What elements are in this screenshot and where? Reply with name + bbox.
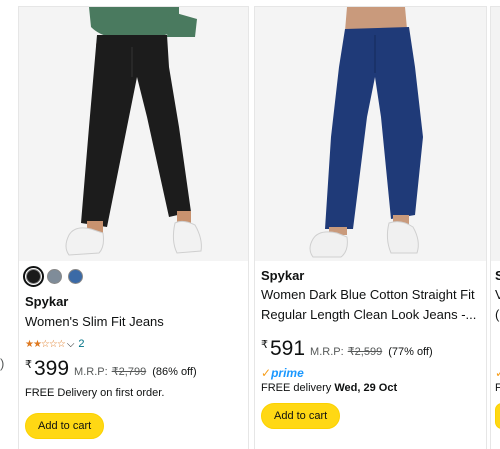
prime-label: prime (271, 366, 304, 380)
color-swatch[interactable] (47, 269, 62, 284)
add-to-cart-button[interactable] (495, 403, 500, 429)
brand-name: Spykar (25, 294, 69, 309)
chevron-down-icon[interactable]: ⌵ (67, 339, 75, 350)
discount: (86% off) (152, 366, 197, 378)
add-to-cart-button[interactable]: Add to cart (261, 403, 341, 429)
edge-fragment: ) (0, 356, 5, 371)
star-icon: ★★☆☆☆ (25, 338, 66, 350)
color-swatches (23, 266, 83, 287)
product-card[interactable]: S V ( ✓ F (490, 6, 500, 449)
add-to-cart-button[interactable]: Add to cart (25, 413, 105, 439)
delivery-info: FREE delivery Wed, 29 Oct (261, 382, 482, 394)
price-row: ₹ 399 M.R.P: ₹2,799 (86% off) (25, 357, 244, 381)
product-card[interactable]: Spykar Women's Slim Fit Jeans ★★☆☆☆ ⌵ 2 … (18, 6, 249, 449)
product-title[interactable]: Women's Slim Fit Jeans (25, 312, 244, 332)
brand-name: S (495, 268, 500, 284)
price: 591 (270, 337, 306, 360)
mrp-label: M.R.P: (74, 366, 108, 378)
rating[interactable]: ★★☆☆☆ ⌵ 2 (25, 338, 244, 350)
product-title-line-1[interactable]: Women Dark Blue Cotton Straight Fit (261, 285, 482, 305)
currency-symbol: ₹ (261, 339, 268, 351)
mrp-value: ₹2,599 (347, 346, 383, 358)
discount: (77% off) (388, 346, 433, 358)
mrp-value: ₹2,799 (111, 366, 147, 378)
product-title-line-1[interactable]: V (495, 285, 500, 305)
prime-badge: ✓prime (261, 366, 304, 380)
delivery-prefix: FREE delivery (261, 382, 332, 394)
delivery-date: Wed, 29 Oct (334, 382, 398, 394)
prime-check-icon: ✓ (261, 366, 272, 380)
currency-symbol: ₹ (25, 359, 32, 371)
product-title-line-2[interactable]: ( (495, 305, 500, 325)
mrp-label: M.R.P: (310, 346, 344, 358)
product-image[interactable] (491, 7, 500, 261)
delivery-info: FREE Delivery on first order. (25, 387, 165, 399)
product-image[interactable] (255, 7, 486, 261)
product-title-line-2[interactable]: Regular Length Clean Look Jeans -... (261, 305, 482, 325)
product-image[interactable] (19, 7, 248, 261)
product-card[interactable]: Spykar Women Dark Blue Cotton Straight F… (254, 6, 487, 449)
color-swatch[interactable] (68, 269, 83, 284)
price: 399 (34, 357, 70, 380)
brand-name: Spykar (261, 268, 305, 283)
price-row: ₹ 591 M.R.P: ₹2,599 (77% off) (261, 337, 482, 361)
prime-check-icon: ✓ (495, 366, 500, 380)
color-swatch[interactable] (23, 266, 44, 287)
delivery-info: F (495, 382, 500, 394)
rating-count[interactable]: 2 (78, 338, 84, 350)
